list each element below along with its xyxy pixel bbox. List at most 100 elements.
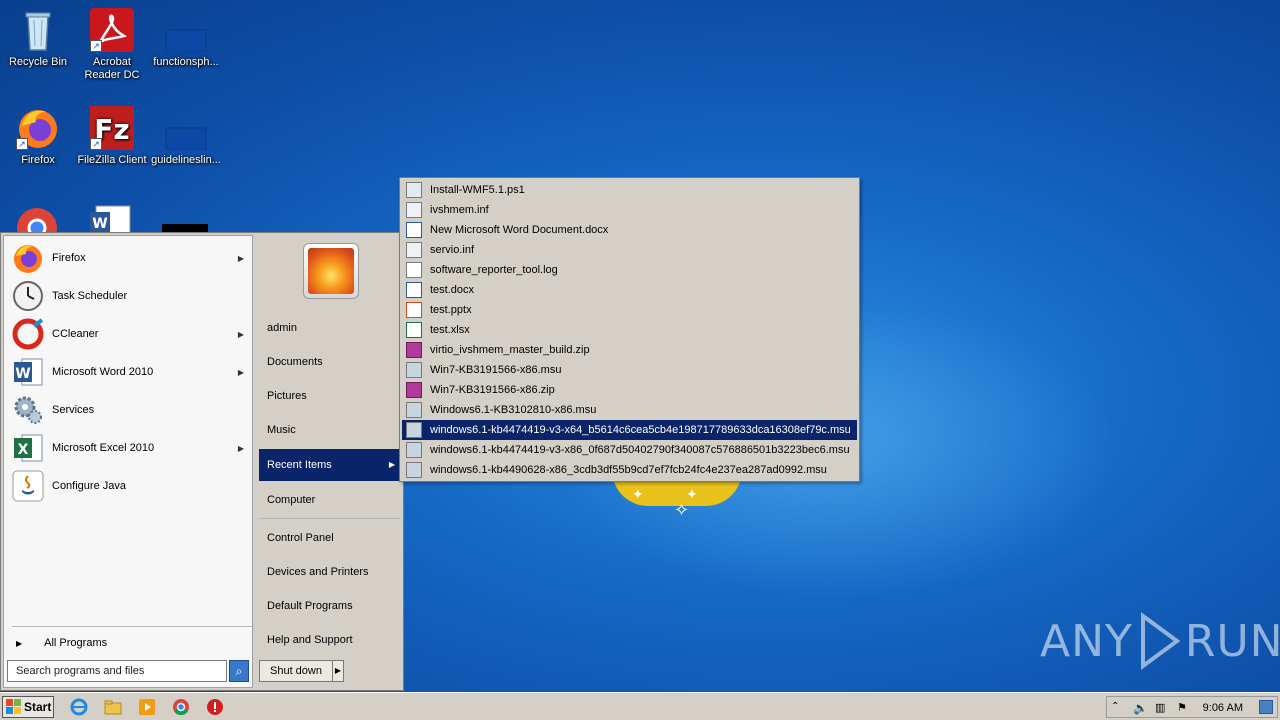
file-explorer-icon[interactable] bbox=[104, 698, 122, 716]
program-label: Services bbox=[52, 404, 95, 416]
place-documents[interactable]: Documents bbox=[259, 347, 401, 377]
program-firefox[interactable]: Firefox ▶ bbox=[8, 240, 252, 276]
search-input[interactable]: Search programs and files bbox=[7, 660, 227, 682]
separator bbox=[12, 626, 252, 627]
network-icon[interactable]: ▥ bbox=[1155, 701, 1169, 715]
excel-icon: X bbox=[12, 432, 44, 464]
word-icon: W bbox=[12, 356, 44, 388]
recent-item-name: New Microsoft Word Document.docx bbox=[430, 224, 609, 236]
desktop-icon-label: Acrobat Reader DC bbox=[84, 56, 140, 81]
shortcut-arrow-icon: ↗ bbox=[90, 40, 102, 52]
program-label: CCleaner bbox=[52, 328, 99, 340]
recent-item[interactable]: New Microsoft Word Document.docx bbox=[402, 220, 857, 240]
recent-item-name: test.pptx bbox=[430, 304, 472, 316]
chrome-icon[interactable] bbox=[172, 698, 190, 716]
program-services[interactable]: Services bbox=[8, 392, 252, 428]
recent-item-name: ivshmem.inf bbox=[430, 204, 489, 216]
windows-logo-icon bbox=[6, 699, 21, 714]
media-player-icon[interactable] bbox=[138, 698, 156, 716]
recent-item-name: Win7-KB3191566-x86.msu bbox=[430, 364, 562, 376]
place-help-support[interactable]: Help and Support bbox=[259, 625, 401, 655]
shortcut-arrow-icon: ↗ bbox=[16, 138, 28, 150]
recent-item-name: Win7-KB3191566-x86.zip bbox=[430, 384, 555, 396]
inf-file-icon bbox=[406, 242, 422, 258]
shut-down-options-button[interactable]: ▶ bbox=[332, 660, 344, 682]
place-recent-items[interactable]: Recent Items ▶ bbox=[259, 449, 401, 481]
msu-file-icon bbox=[406, 462, 422, 478]
recent-items-flyout: Install-WMF5.1.ps1 ivshmem.inf New Micro… bbox=[399, 177, 860, 482]
powerpoint-file-icon bbox=[406, 302, 422, 318]
recent-item[interactable]: Win7-KB3191566-x86.msu bbox=[402, 360, 857, 380]
desktop-icon-functionsph[interactable]: functionsph... bbox=[148, 8, 224, 69]
desktop-icon-filezilla[interactable]: Fz ↗ FileZilla Client bbox=[74, 106, 150, 167]
program-task-scheduler[interactable]: Task Scheduler bbox=[8, 278, 252, 314]
place-admin[interactable]: admin bbox=[259, 313, 401, 343]
recent-item[interactable]: test.pptx bbox=[402, 300, 857, 320]
word-document-icon[interactable]: W bbox=[88, 204, 134, 235]
recent-item[interactable]: test.xlsx bbox=[402, 320, 857, 340]
watermark-right: RUN bbox=[1184, 615, 1280, 667]
desktop-icon-guidelineslin[interactable]: guidelineslin... bbox=[148, 106, 224, 167]
place-devices-printers[interactable]: Devices and Printers bbox=[259, 557, 401, 587]
recent-item[interactable]: software_reporter_tool.log bbox=[402, 260, 857, 280]
show-hidden-icons-icon[interactable]: ⌃ bbox=[1111, 701, 1125, 715]
word-file-icon bbox=[406, 222, 422, 238]
recent-item[interactable]: Install-WMF5.1.ps1 bbox=[402, 180, 857, 200]
desktop-icon-firefox[interactable]: ↗ Firefox bbox=[0, 106, 76, 167]
chrome-icon[interactable] bbox=[14, 204, 60, 248]
excel-file-icon bbox=[406, 322, 422, 338]
program-configure-java[interactable]: Configure Java bbox=[8, 468, 252, 504]
show-desktop-button[interactable] bbox=[1259, 700, 1273, 714]
desktop-icon-label: guidelineslin... bbox=[151, 154, 221, 166]
recent-items-label: Recent Items bbox=[267, 459, 332, 471]
archive-file-icon bbox=[406, 382, 422, 398]
program-word-2010[interactable]: W Microsoft Word 2010 ▶ bbox=[8, 354, 252, 390]
script-file-icon bbox=[406, 182, 422, 198]
program-ccleaner[interactable]: CCleaner ▶ bbox=[8, 316, 252, 352]
recent-item[interactable]: Windows6.1-KB3102810-x86.msu bbox=[402, 400, 857, 420]
program-label: Configure Java bbox=[52, 480, 126, 492]
archive-file-icon bbox=[406, 342, 422, 358]
action-center-flag-icon[interactable]: ⚑ bbox=[1177, 701, 1191, 715]
program-excel-2010[interactable]: X Microsoft Excel 2010 ▶ bbox=[8, 430, 252, 466]
recent-item[interactable]: windows6.1-kb4490628-x86_3cdb3df55b9cd7e… bbox=[402, 460, 857, 480]
place-music[interactable]: Music bbox=[259, 415, 401, 445]
start-button[interactable]: Start bbox=[2, 696, 54, 718]
program-label: Microsoft Word 2010 bbox=[52, 366, 154, 378]
search-icon[interactable]: ⌕ bbox=[229, 660, 249, 682]
place-pictures[interactable]: Pictures bbox=[259, 381, 401, 411]
recent-item-name: windows6.1-kb4474419-v3-x64_b5614c6cea5c… bbox=[430, 424, 851, 436]
recent-item[interactable]: Win7-KB3191566-x86.zip bbox=[402, 380, 857, 400]
place-control-panel[interactable]: Control Panel bbox=[259, 523, 401, 553]
recent-item[interactable]: virtio_ivshmem_master_build.zip bbox=[402, 340, 857, 360]
recent-item[interactable]: ivshmem.inf bbox=[402, 200, 857, 220]
msu-file-icon bbox=[406, 362, 422, 378]
all-programs-button[interactable]: ▶ All Programs bbox=[8, 631, 252, 655]
recent-item-name: windows6.1-kb4474419-v3-x86_0f687d504027… bbox=[430, 444, 850, 456]
word-file-icon bbox=[406, 282, 422, 298]
volume-icon[interactable]: 🔈 bbox=[1133, 701, 1148, 715]
system-tray: ⌃ 🔈 ▥ ⚑ 9:06 AM bbox=[1106, 696, 1278, 718]
filezilla-icon: Fz ↗ bbox=[90, 106, 134, 150]
internet-explorer-icon[interactable] bbox=[70, 698, 88, 716]
clock[interactable]: 9:06 AM bbox=[1203, 702, 1243, 714]
shut-down-button[interactable]: Shut down bbox=[259, 660, 333, 682]
recent-item[interactable]: servio.inf bbox=[402, 240, 857, 260]
stop-sign-icon[interactable] bbox=[206, 698, 224, 716]
user-picture[interactable] bbox=[303, 243, 359, 299]
recent-item-name: virtio_ivshmem_master_build.zip bbox=[430, 344, 590, 356]
file-icon bbox=[164, 106, 208, 151]
desktop-icon-recycle-bin[interactable]: Recycle Bin bbox=[0, 8, 76, 69]
svg-text:X: X bbox=[18, 442, 29, 458]
taskbar: Start ⌃ 🔈 ▥ ⚑ 9:06 AM bbox=[0, 692, 1280, 720]
desktop-icon-label: Recycle Bin bbox=[8, 56, 68, 68]
program-label: Microsoft Excel 2010 bbox=[52, 442, 155, 454]
inf-file-icon bbox=[406, 202, 422, 218]
desktop-icon-acrobat[interactable]: ↗ Acrobat Reader DC bbox=[74, 8, 150, 82]
recent-item-name: Windows6.1-KB3102810-x86.msu bbox=[430, 404, 597, 416]
recent-item-selected[interactable]: windows6.1-kb4474419-v3-x64_b5614c6cea5c… bbox=[402, 420, 857, 440]
recent-item[interactable]: windows6.1-kb4474419-v3-x86_0f687d504027… bbox=[402, 440, 857, 460]
place-default-programs[interactable]: Default Programs bbox=[259, 591, 401, 621]
place-computer[interactable]: Computer bbox=[259, 485, 401, 515]
recent-item[interactable]: test.docx bbox=[402, 280, 857, 300]
